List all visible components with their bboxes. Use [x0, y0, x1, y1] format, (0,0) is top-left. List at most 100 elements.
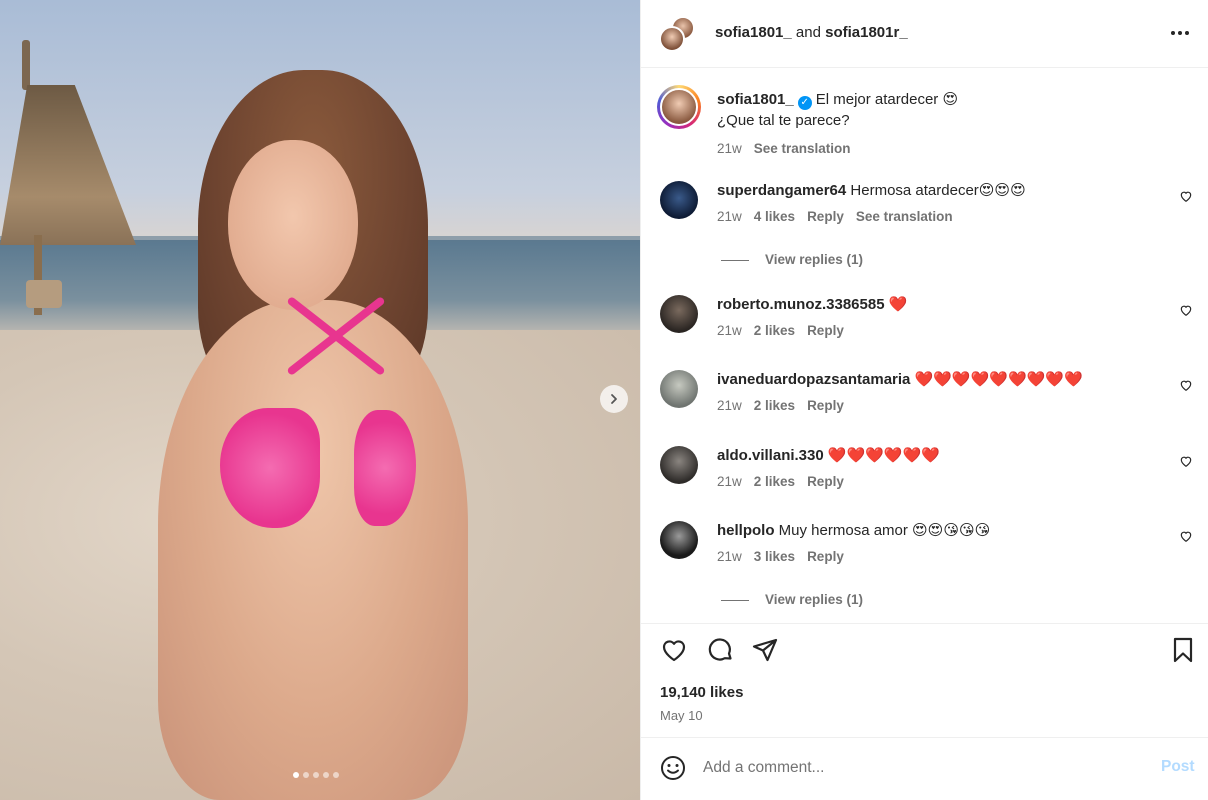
umbrella-tip	[22, 40, 30, 90]
carousel-dots	[293, 772, 339, 778]
carousel-dot	[323, 772, 329, 778]
comment-time: 21w	[717, 323, 742, 338]
view-replies-button[interactable]: View replies (1)	[721, 592, 863, 607]
more-options-button[interactable]	[1169, 22, 1191, 44]
person-figure	[158, 70, 478, 800]
caption-time: 21w	[717, 141, 742, 156]
comment-body: roberto.munoz.3386585 ❤️ 21w 2 likes Reply	[717, 295, 1157, 338]
comment-content: ❤️❤️❤️❤️❤️❤️❤️❤️❤️	[914, 371, 1083, 388]
comment-content: ❤️❤️❤️❤️❤️❤️	[827, 447, 940, 464]
avatar[interactable]	[660, 181, 698, 219]
divider-line	[721, 599, 749, 601]
carousel-dot	[313, 772, 319, 778]
header-connector: and	[795, 24, 821, 41]
bookmark-icon[interactable]	[1169, 636, 1197, 664]
comment-likes[interactable]: 2 likes	[754, 398, 795, 413]
comment-meta: 21w 2 likes Reply	[717, 398, 1157, 413]
see-translation-link[interactable]: See translation	[856, 209, 953, 224]
avatar[interactable]	[660, 295, 698, 333]
comment-likes[interactable]: 3 likes	[754, 549, 795, 564]
post-viewer: sofia1801_ and sofia1801r_ sofia1801_ ✓ El…	[0, 0, 1208, 800]
avatar-image	[660, 88, 698, 126]
swimsuit-left	[220, 408, 320, 528]
umbrella-roof	[0, 85, 136, 245]
likes-count[interactable]: 19,140 likes	[660, 684, 743, 701]
comment-username[interactable]: roberto.munoz.3386585	[717, 296, 885, 313]
post-details-panel: sofia1801_ and sofia1801r_ sofia1801_ ✓ El…	[640, 0, 1208, 800]
view-replies-label: View replies (1)	[765, 252, 864, 267]
avatar[interactable]	[660, 370, 698, 408]
caption-username[interactable]: sofia1801_	[717, 91, 794, 108]
face	[228, 140, 358, 310]
reply-button[interactable]: Reply	[807, 209, 844, 224]
reply-button[interactable]: Reply	[807, 474, 844, 489]
body	[158, 300, 468, 800]
post-header: sofia1801_ and sofia1801r_	[641, 0, 1208, 68]
view-replies-label: View replies (1)	[765, 592, 864, 607]
post-date[interactable]: May 10	[660, 708, 703, 723]
comment-content: Muy hermosa amor 😍😍😘😘😘	[778, 522, 991, 539]
comment-username[interactable]: ivaneduardopazsantamaria	[717, 371, 910, 388]
see-translation-link[interactable]: See translation	[754, 141, 851, 156]
comment-username[interactable]: hellpolo	[717, 522, 775, 539]
verified-badge-icon: ✓	[797, 96, 812, 110]
comment-input[interactable]	[703, 756, 1123, 780]
post-actions: 19,140 likes May 10	[641, 623, 1208, 737]
like-comment-heart-icon[interactable]	[1179, 189, 1193, 203]
more-horizontal-icon	[1171, 31, 1189, 35]
view-replies-button[interactable]: View replies (1)	[721, 252, 863, 267]
comment-composer: Post	[641, 737, 1208, 800]
emoji-icon[interactable]	[659, 754, 687, 782]
comment-time: 21w	[717, 398, 742, 413]
like-comment-heart-icon[interactable]	[1179, 378, 1193, 392]
comments-scroll[interactable]: sofia1801_ ✓ El mejor atardecer 😍 ¿Que tal…	[641, 69, 1208, 623]
comment-time: 21w	[717, 209, 742, 224]
avatar[interactable]	[660, 446, 698, 484]
comment-username[interactable]: superdangamer64	[717, 182, 846, 199]
collab-avatars[interactable]	[659, 16, 695, 52]
like-comment-heart-icon[interactable]	[1179, 303, 1193, 317]
caption-line-2: ¿Que tal te parece?	[717, 112, 850, 129]
comment-body: superdangamer64 Hermosa atardecer😍😍😍 21w…	[717, 181, 1157, 224]
like-comment-heart-icon[interactable]	[1179, 454, 1193, 468]
divider-line	[721, 259, 749, 261]
like-comment-heart-icon[interactable]	[1179, 529, 1193, 543]
comment-likes[interactable]: 2 likes	[754, 474, 795, 489]
avatar[interactable]	[657, 85, 701, 129]
comment-likes[interactable]: 2 likes	[754, 323, 795, 338]
comment-body: aldo.villani.330 ❤️❤️❤️❤️❤️❤️ 21w 2 likes…	[717, 446, 1157, 489]
header-title: sofia1801_ and sofia1801r_	[715, 24, 908, 41]
like-heart-icon[interactable]	[660, 636, 688, 664]
chevron-right-icon	[611, 394, 617, 404]
carousel-dot	[303, 772, 309, 778]
caption-meta: 21w See translation	[717, 138, 1177, 159]
post-media[interactable]	[0, 0, 640, 800]
comment-time: 21w	[717, 474, 742, 489]
comment-body: hellpolo Muy hermosa amor 😍😍😘😘😘 21w 3 lik…	[717, 521, 1157, 564]
next-slide-button[interactable]	[600, 385, 628, 413]
comment-meta: 21w 4 likes Reply See translation	[717, 209, 1157, 224]
reply-button[interactable]: Reply	[807, 323, 844, 338]
comment-content: Hermosa atardecer😍😍😍	[850, 182, 1026, 199]
comment-meta: 21w 2 likes Reply	[717, 474, 1157, 489]
comment-content: ❤️	[888, 296, 908, 313]
share-icon[interactable]	[751, 636, 779, 664]
comment-text: ivaneduardopazsantamaria ❤️❤️❤️❤️❤️❤️❤️❤…	[717, 370, 1157, 390]
comment-text: hellpolo Muy hermosa amor 😍😍😘😘😘	[717, 521, 1157, 541]
beach-umbrella	[0, 40, 140, 315]
header-username-1[interactable]: sofia1801_	[715, 24, 792, 41]
post-button[interactable]: Post	[1161, 758, 1195, 776]
comment-icon[interactable]	[706, 636, 734, 664]
comment-text: aldo.villani.330 ❤️❤️❤️❤️❤️❤️	[717, 446, 1157, 466]
comment-meta: 21w 3 likes Reply	[717, 549, 1157, 564]
caption-text: sofia1801_ ✓ El mejor atardecer 😍 ¿Que tal…	[717, 89, 1177, 159]
comment-likes[interactable]: 4 likes	[754, 209, 795, 224]
avatar[interactable]	[660, 521, 698, 559]
comment-time: 21w	[717, 549, 742, 564]
comment-body: ivaneduardopazsantamaria ❤️❤️❤️❤️❤️❤️❤️❤…	[717, 370, 1157, 413]
reply-button[interactable]: Reply	[807, 398, 844, 413]
reply-button[interactable]: Reply	[807, 549, 844, 564]
header-username-2[interactable]: sofia1801r_	[825, 24, 908, 41]
comment-username[interactable]: aldo.villani.330	[717, 447, 824, 464]
caption-line-1: El mejor atardecer 😍	[815, 91, 959, 108]
